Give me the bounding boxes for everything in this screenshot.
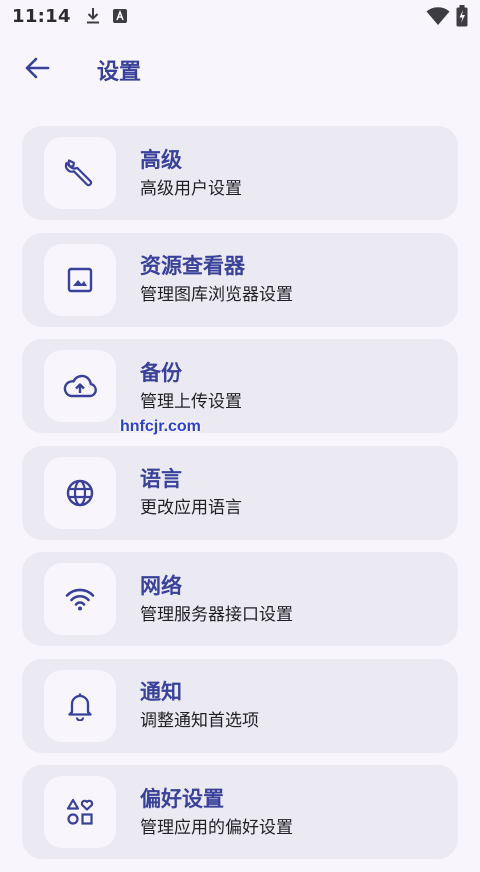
settings-item-title: 语言	[140, 467, 182, 491]
icon-container	[44, 456, 116, 529]
settings-item-subtitle: 管理服务器接口设置	[140, 604, 293, 625]
settings-item-title: 网络	[140, 573, 182, 598]
settings-item-resource-viewer[interactable]: 资源查看器 管理图库浏览器设置	[22, 232, 458, 327]
shapes-icon	[65, 797, 95, 827]
settings-item-title: 备份	[140, 360, 182, 385]
bell-icon	[67, 691, 93, 721]
wifi-icon	[426, 6, 450, 26]
wifi-icon	[64, 586, 96, 612]
settings-item-title: 偏好设置	[140, 786, 224, 811]
app-bar: 设置	[0, 38, 480, 102]
icon-container	[44, 137, 116, 209]
icon-container	[44, 776, 116, 848]
settings-item-preferences[interactable]: 偏好设置 管理应用的偏好设置	[22, 765, 458, 859]
download-icon	[85, 7, 101, 25]
watermark-text: hnfcjr.com	[120, 418, 201, 435]
battery-icon	[456, 5, 468, 27]
settings-item-title: 通知	[140, 680, 182, 704]
icon-container	[44, 563, 116, 635]
status-time: 11:14	[12, 5, 71, 27]
settings-item-subtitle: 管理应用的偏好设置	[140, 817, 293, 838]
page-title: 设置	[97, 60, 142, 85]
settings-item-notifications[interactable]: 通知 调整通知首选项	[22, 658, 458, 753]
status-bar: 11:14	[0, 0, 480, 32]
settings-item-network[interactable]: 网络 管理服务器接口设置	[22, 552, 458, 646]
settings-item-subtitle: 管理图库浏览器设置	[140, 285, 293, 305]
settings-item-language[interactable]: 语言 更改应用语言	[22, 445, 458, 540]
settings-item-advanced[interactable]: 高级 高级用户设置	[22, 126, 458, 220]
settings-item-title: 资源查看器	[140, 254, 245, 278]
settings-item-subtitle: 调整通知首选项	[140, 711, 259, 731]
image-icon	[66, 266, 94, 294]
settings-item-subtitle: 管理上传设置	[140, 391, 242, 412]
arrow-left-icon	[24, 56, 50, 84]
cloud-upload-icon	[62, 372, 98, 400]
icon-container	[44, 669, 116, 742]
settings-item-title: 高级	[140, 147, 182, 172]
wrench-icon	[63, 156, 97, 190]
settings-list: 高级 高级用户设置 资源查看器 管理图库浏览器设置 备份 管理上传设置 语言 更…	[22, 126, 458, 872]
globe-icon	[65, 478, 95, 508]
a-badge-icon	[112, 9, 127, 23]
back-button[interactable]	[13, 46, 61, 94]
settings-item-subtitle: 高级用户设置	[140, 178, 242, 199]
icon-container	[44, 350, 116, 422]
settings-item-backup[interactable]: 备份 管理上传设置	[22, 339, 458, 433]
settings-item-subtitle: 更改应用语言	[140, 498, 242, 518]
icon-container	[44, 243, 116, 316]
